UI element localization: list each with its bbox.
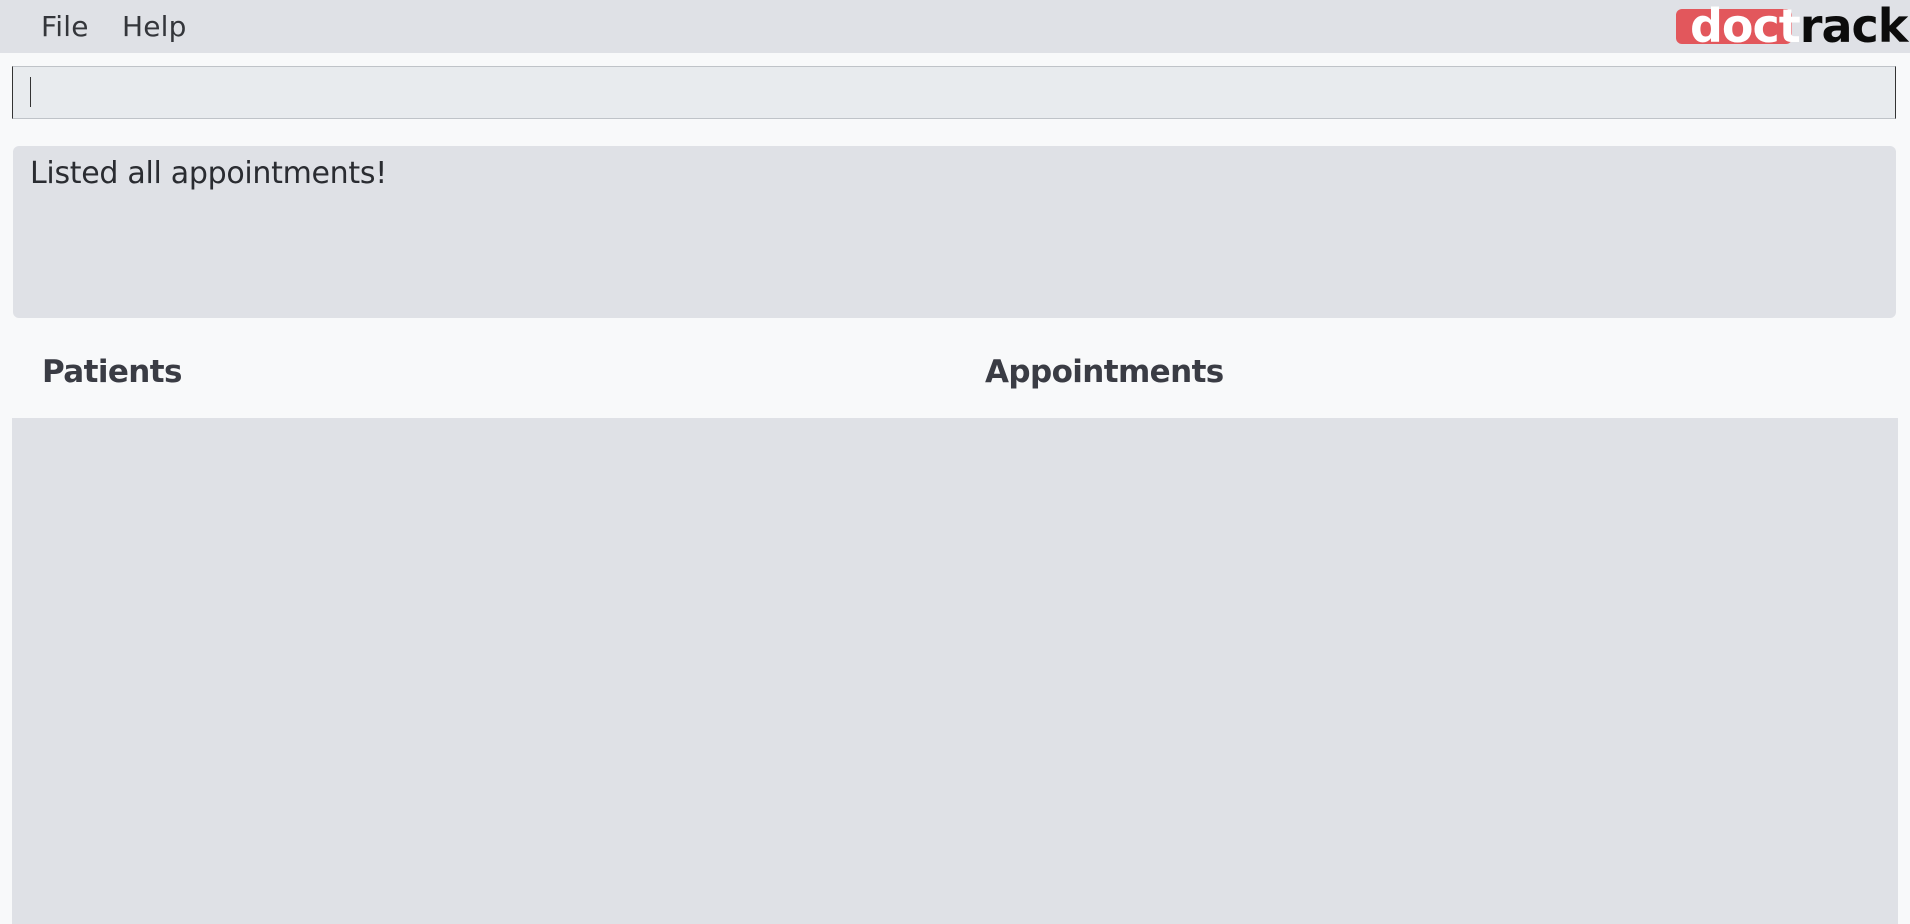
result-display: Listed all appointments! — [13, 146, 1896, 318]
command-input[interactable] — [27, 73, 1881, 115]
text-caret — [30, 77, 31, 107]
appointments-list[interactable] — [955, 418, 1898, 924]
patients-list[interactable] — [12, 418, 955, 924]
menu-file[interactable]: File — [41, 10, 89, 43]
app-logo: doctrack — [1690, 0, 1909, 53]
logo-text-rack: rack — [1799, 0, 1909, 53]
logo-text-doct: doct — [1690, 0, 1801, 53]
menu-bar: File Help doctrack — [0, 0, 1910, 53]
list-area — [12, 418, 1898, 924]
menu-help[interactable]: Help — [122, 10, 187, 43]
appointments-panel-title: Appointments — [985, 354, 1224, 390]
command-box — [12, 66, 1896, 119]
result-message: Listed all appointments! — [30, 156, 387, 191]
patients-panel-title: Patients — [42, 354, 182, 390]
